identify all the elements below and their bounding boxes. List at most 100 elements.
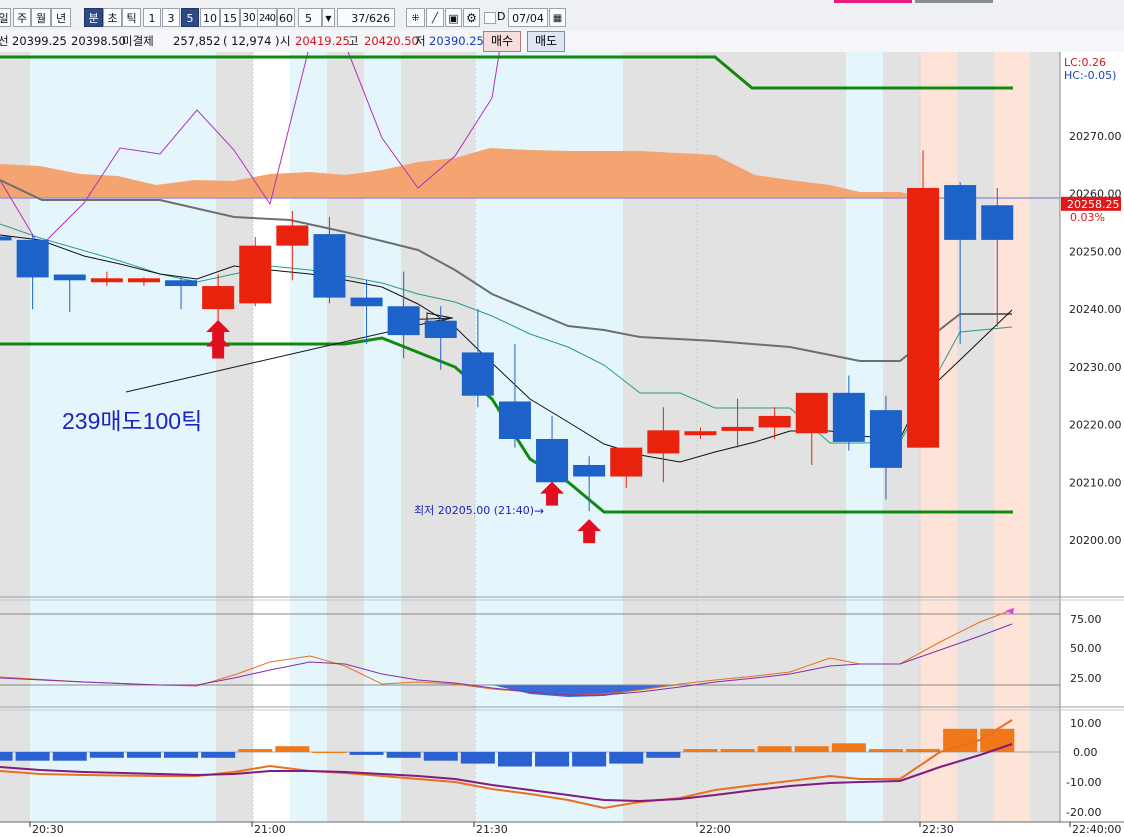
date-checkbox-label: D xyxy=(497,10,506,23)
candle-body xyxy=(758,415,791,428)
settings-gear-icon[interactable]: ⚙ xyxy=(463,8,480,27)
stoch-tick-label: 25.00 xyxy=(1070,672,1102,685)
candle-body xyxy=(907,187,940,448)
high-label: 고 xyxy=(348,34,359,48)
macd-histogram-bar xyxy=(52,752,87,761)
low-price-annotation: 최저 20205.00 (21:40) xyxy=(414,504,534,517)
time-tick-label: 20:30 xyxy=(32,823,64,836)
calendar-icon[interactable]: ▦ xyxy=(549,8,566,27)
buy-button[interactable]: 매수 xyxy=(483,31,521,52)
date-input[interactable]: 07/04 xyxy=(508,8,548,27)
candle-body xyxy=(424,320,457,338)
candle-body xyxy=(647,430,680,454)
candle-body xyxy=(53,274,86,281)
candle-body xyxy=(276,225,309,246)
macd-tick-label: 10.00 xyxy=(1070,717,1102,730)
candle-body xyxy=(795,392,828,434)
candle-body xyxy=(350,297,383,307)
macd-histogram-bar xyxy=(720,749,755,752)
interval-button-5[interactable]: 5 xyxy=(181,8,199,27)
current-price-value: 20258.25 xyxy=(1067,198,1120,211)
low-price-arrow-icon: → xyxy=(534,504,544,518)
candle-body xyxy=(832,392,865,442)
candle-body xyxy=(610,447,643,477)
open-interest-value: 257,852 xyxy=(173,34,221,48)
period-button-tick[interactable]: 틱 xyxy=(122,8,141,27)
interval-button-10[interactable]: 10 xyxy=(200,8,220,27)
macd-histogram-bar xyxy=(868,749,903,752)
macd-histogram-bar xyxy=(238,749,273,752)
current-value: 20398.50 xyxy=(71,34,126,48)
macd-tick-label: -20.00 xyxy=(1066,806,1101,819)
interval-button-1[interactable]: 1 xyxy=(143,8,161,27)
low-value: 20390.25 xyxy=(429,34,484,48)
candle-body xyxy=(536,439,569,483)
macd-histogram-bar xyxy=(497,752,532,767)
interval-button-240[interactable]: 240 xyxy=(257,8,277,27)
lc-label: LC:0.26 xyxy=(1064,56,1106,69)
macd-histogram-bar xyxy=(831,743,866,752)
period-button-day[interactable]: 일 xyxy=(0,8,11,27)
interval-dropdown-button[interactable]: ▼ xyxy=(322,8,335,27)
price-tick-label: 20250.00 xyxy=(1069,245,1122,258)
candle-body xyxy=(165,280,198,287)
macd-histogram-bar xyxy=(0,752,13,761)
period-button-year[interactable]: 년 xyxy=(51,8,71,27)
alert-indicator xyxy=(834,0,912,3)
interval-input[interactable]: 5 xyxy=(298,8,322,27)
low-label: 저 xyxy=(415,34,426,48)
price-tick-label: 20230.00 xyxy=(1069,361,1122,374)
time-tick-label: 21:30 xyxy=(476,823,508,836)
macd-histogram-bar xyxy=(906,749,941,752)
period-button-minute[interactable]: 분 xyxy=(84,8,103,27)
interval-button-15[interactable]: 15 xyxy=(220,8,240,27)
time-tick-label: 22:00 xyxy=(699,823,731,836)
high-value: 20420.50 xyxy=(364,34,419,48)
candle-body xyxy=(498,401,531,439)
price-chart[interactable]: 239매도100틱 최저 20205.00 (21:40) → LC:0.26H… xyxy=(0,52,1124,837)
price-tick-label: 20200.00 xyxy=(1069,534,1122,547)
macd-histogram-bar xyxy=(275,746,310,752)
period-button-month[interactable]: 월 xyxy=(31,8,51,27)
time-tick-label: 21:00 xyxy=(254,823,286,836)
candle-body xyxy=(0,236,12,241)
sell-button[interactable]: 매도 xyxy=(527,31,565,52)
interval-button-3[interactable]: 3 xyxy=(162,8,180,27)
open-interest-label: 미결제 xyxy=(122,34,154,48)
macd-histogram-bar xyxy=(15,752,50,761)
price-tick-label: 20240.00 xyxy=(1069,303,1122,316)
open-label: 시 xyxy=(280,34,291,48)
crosshair-icon[interactable]: ⁜ xyxy=(406,8,425,27)
candle-body xyxy=(202,286,235,310)
record-counter-field[interactable]: 37/626 xyxy=(337,8,395,27)
stoch-tick-label: 75.00 xyxy=(1070,613,1102,626)
chart-toolbar: 일 주 월 년 분 초 틱 1 3 5 10 15 30 240 60 5 ▼ … xyxy=(0,0,1124,31)
period-button-second[interactable]: 초 xyxy=(103,8,122,27)
candle-body xyxy=(869,410,902,468)
macd-tick-label: -10.00 xyxy=(1066,776,1101,789)
interval-button-30[interactable]: 30 xyxy=(240,8,258,27)
macd-histogram-bar xyxy=(683,749,718,752)
hc-label: HC:-0.05) xyxy=(1064,69,1116,82)
interval-button-60[interactable]: 60 xyxy=(277,8,295,27)
macd-histogram-bar xyxy=(164,752,199,758)
price-tick-label: 20210.00 xyxy=(1069,476,1122,489)
sell-note-annotation: 239매도100틱 xyxy=(62,408,202,434)
macd-histogram-bar xyxy=(126,752,161,758)
candle-body xyxy=(313,234,346,298)
macd-histogram-bar xyxy=(609,752,644,764)
prev-label: 선 xyxy=(0,34,9,48)
trendline-tool-icon[interactable]: ╱ xyxy=(426,8,444,27)
macd-histogram-bar xyxy=(201,752,236,758)
candle-body xyxy=(461,352,494,396)
date-checkbox[interactable] xyxy=(484,12,496,24)
macd-histogram-bar xyxy=(89,752,124,758)
period-button-week[interactable]: 주 xyxy=(13,8,31,27)
price-tick-label: 20270.00 xyxy=(1069,130,1122,143)
stoch-tick-label: 50.00 xyxy=(1070,642,1102,655)
time-tick-label: 22:30 xyxy=(922,823,954,836)
macd-histogram-bar xyxy=(386,752,421,758)
save-icon[interactable]: ▣ xyxy=(445,8,462,27)
candle-body xyxy=(684,431,717,436)
current-price-change: 0.03% xyxy=(1070,211,1105,224)
